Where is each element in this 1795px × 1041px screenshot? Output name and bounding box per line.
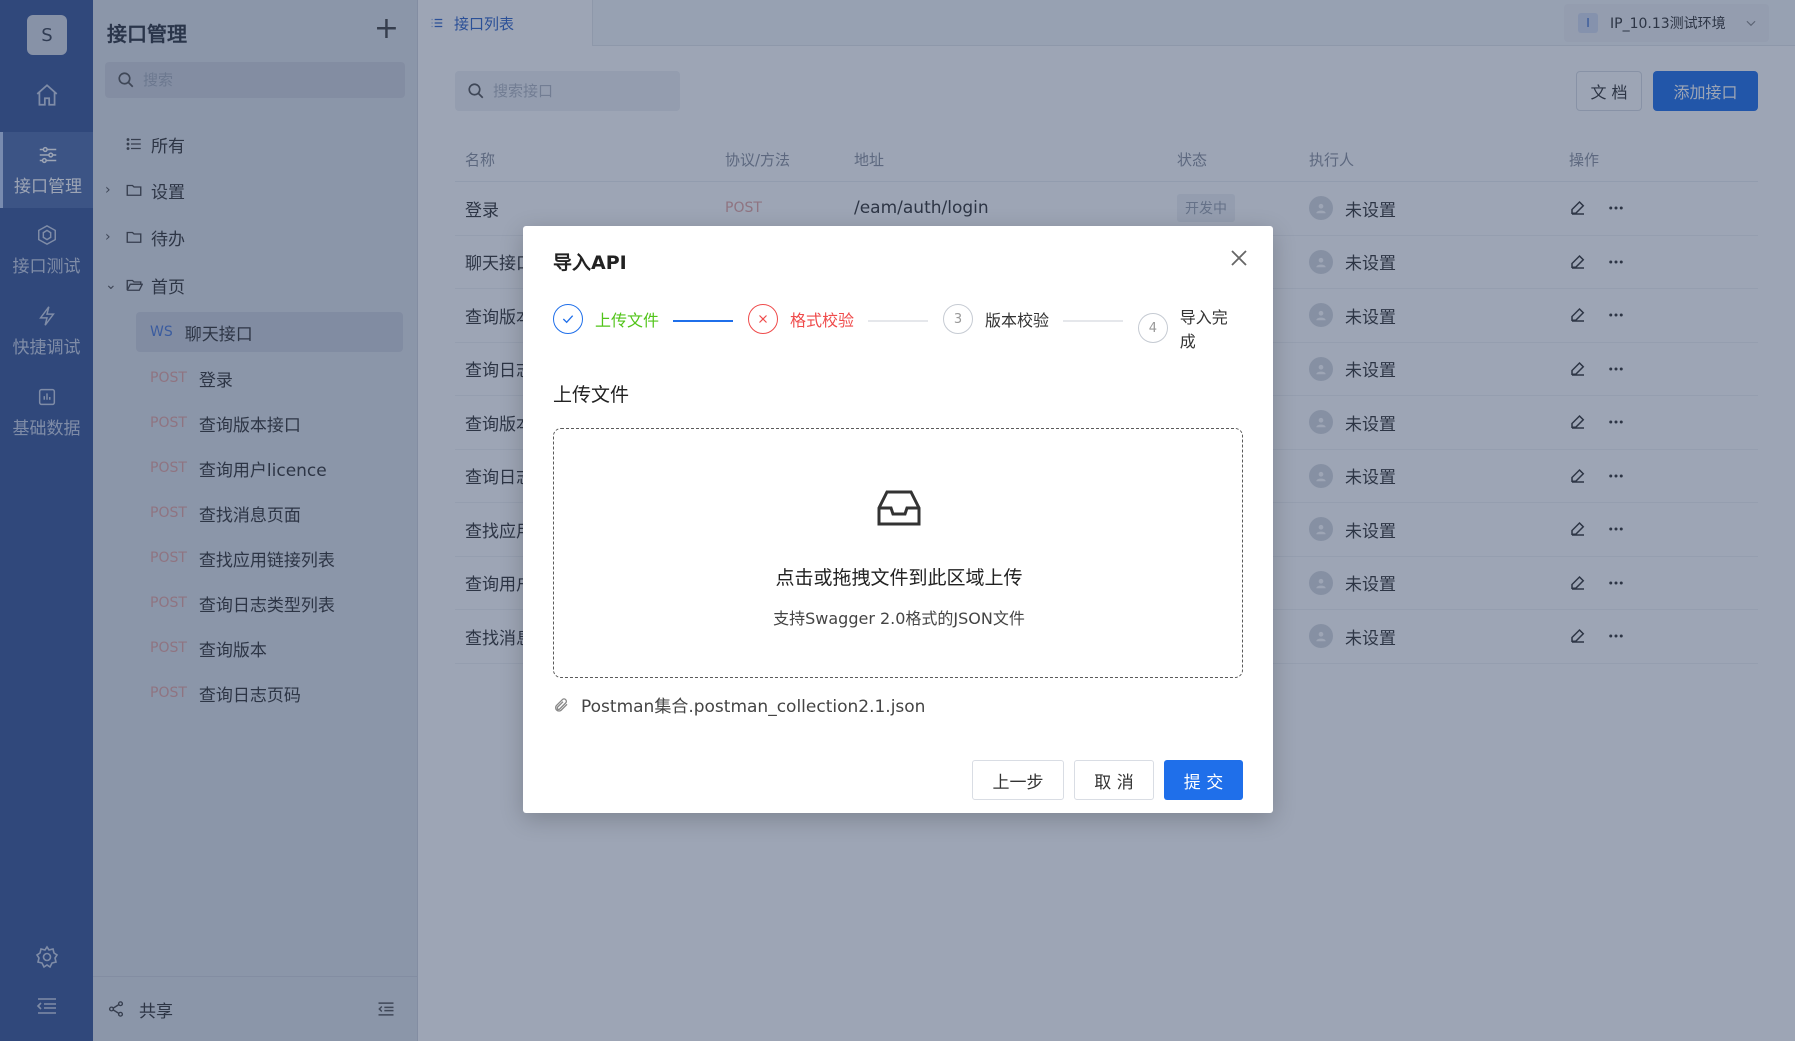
prev-button[interactable]: 上一步 (972, 760, 1064, 800)
dropzone-hint: 支持Swagger 2.0格式的JSON文件 (773, 609, 1025, 628)
step-divider (868, 320, 928, 322)
step-format: 格式校验 (748, 304, 854, 334)
step-divider (673, 320, 733, 322)
step-label: 版本校验 (985, 311, 1050, 330)
error-icon (748, 304, 778, 334)
step-upload: 上传文件 (553, 304, 659, 334)
modal-title: 导入API (553, 252, 627, 274)
check-icon (553, 304, 583, 334)
submit-button[interactable]: 提 交 (1164, 760, 1243, 800)
section-title: 上传文件 (553, 384, 630, 406)
step-version: 3 版本校验 (943, 304, 1049, 334)
inbox-icon (877, 490, 921, 526)
step-label: 导入完成 (1179, 308, 1228, 351)
step-label: 上传文件 (595, 311, 660, 330)
step-complete: 4 导入完成 (1138, 304, 1243, 352)
paperclip-icon (555, 697, 568, 712)
import-api-modal: 导入API 上传文件 格式校验 3 版本校验 4 导入完成 上传文件 点击或拖拽… (523, 226, 1273, 813)
step-number: 3 (943, 304, 973, 334)
step-label: 格式校验 (790, 311, 855, 330)
upload-dropzone[interactable]: 点击或拖拽文件到此区域上传 支持Swagger 2.0格式的JSON文件 (553, 428, 1243, 678)
cancel-button[interactable]: 取 消 (1074, 760, 1154, 800)
close-icon[interactable] (1227, 246, 1251, 270)
file-name: Postman集合.postman_collection2.1.json (581, 697, 926, 717)
step-number: 4 (1138, 313, 1168, 343)
steps: 上传文件 格式校验 3 版本校验 4 导入完成 (553, 304, 1243, 351)
uploaded-file[interactable]: Postman集合.postman_collection2.1.json (553, 692, 925, 717)
step-divider (1063, 320, 1123, 322)
dropzone-text: 点击或拖拽文件到此区域上传 (775, 567, 1023, 589)
